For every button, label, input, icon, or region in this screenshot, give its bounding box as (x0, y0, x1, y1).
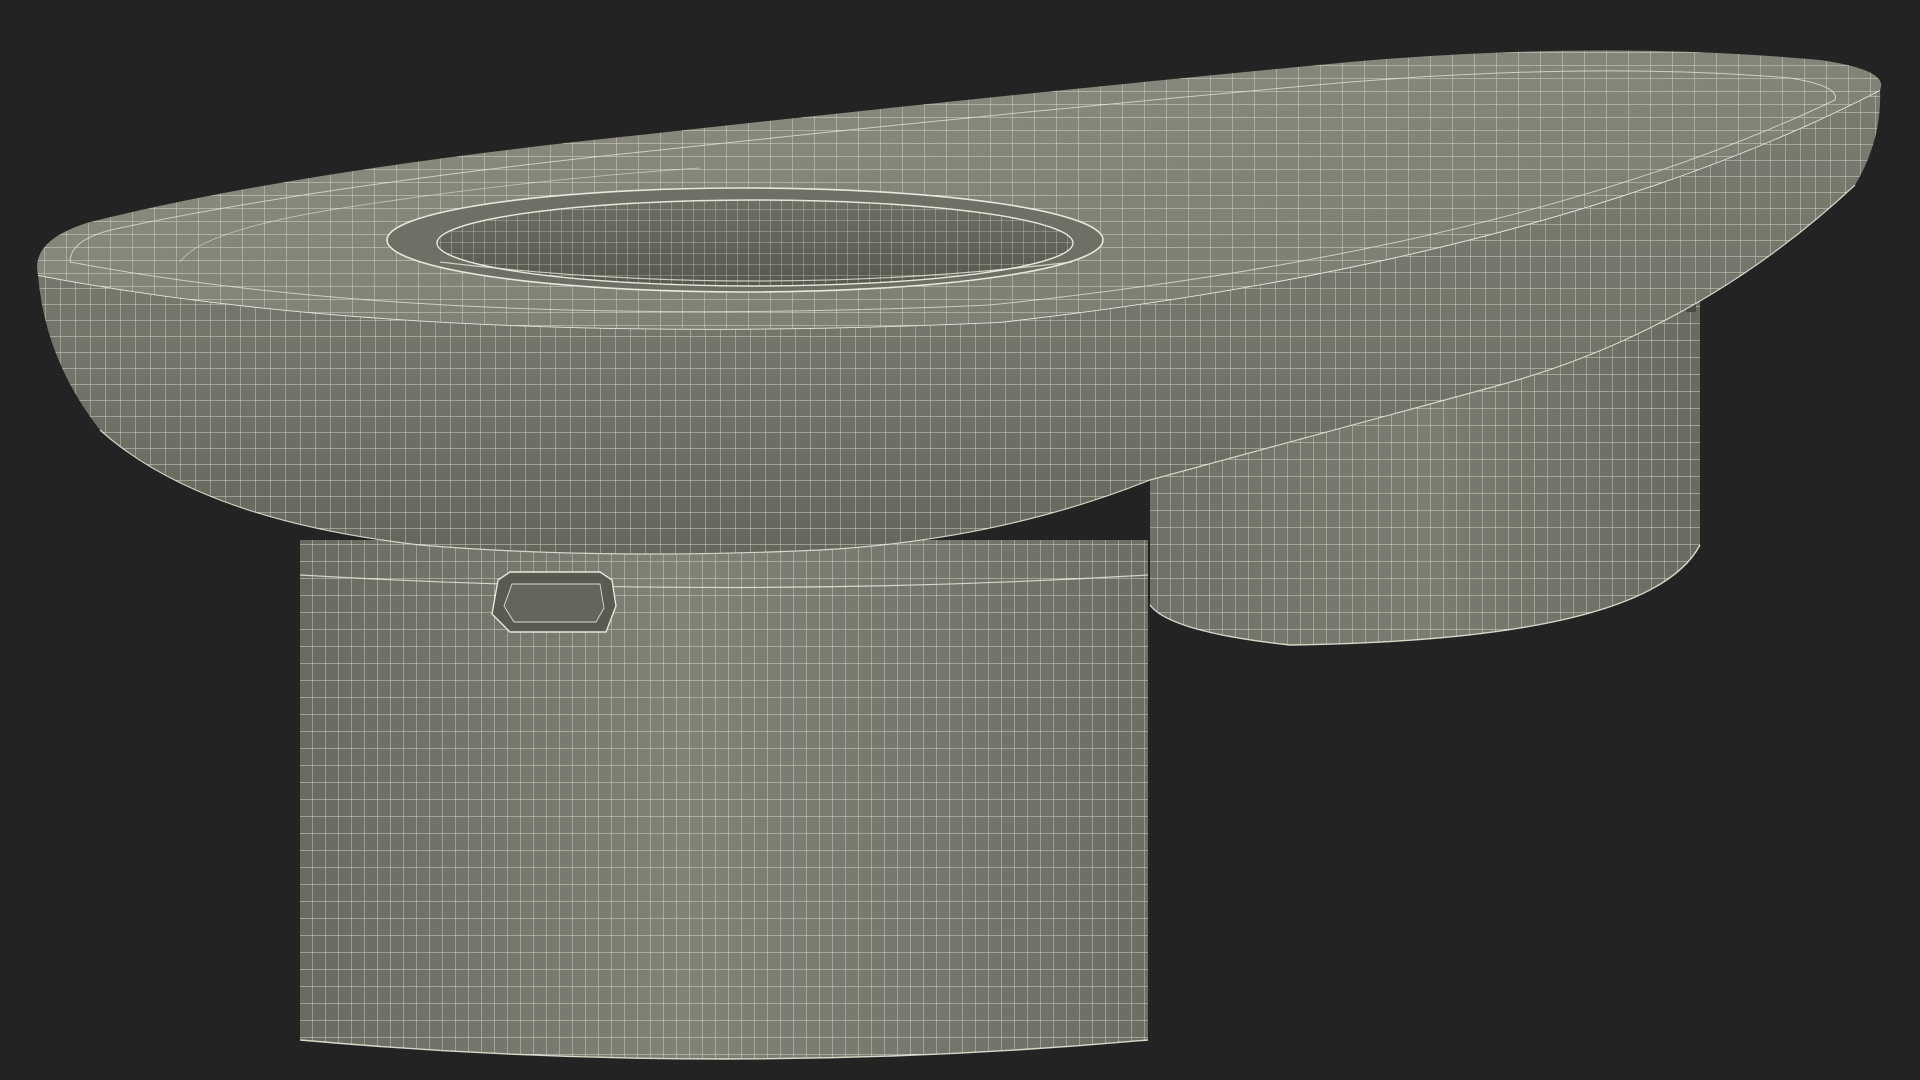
front-leg (299, 540, 1149, 1060)
render-viewport (0, 0, 1920, 1080)
wireframe-render (0, 0, 1920, 1080)
center-opening (386, 187, 1104, 293)
